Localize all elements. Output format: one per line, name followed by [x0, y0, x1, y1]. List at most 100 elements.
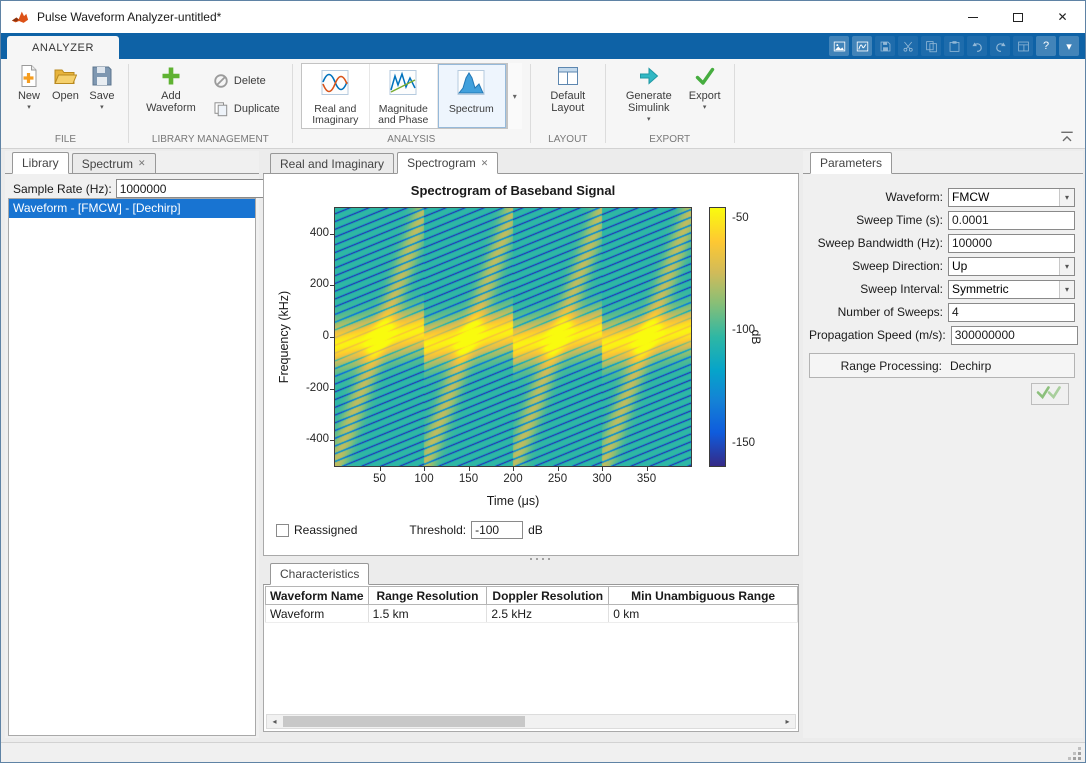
table-row[interactable]: Waveform1.5 km2.5 kHz0 km — [266, 605, 798, 623]
chevron-down-icon: ▾ — [27, 103, 31, 111]
open-button[interactable]: Open — [47, 63, 84, 103]
duplicate-button[interactable]: Duplicate — [213, 101, 280, 117]
copy-icon[interactable] — [921, 36, 941, 56]
horizontal-scrollbar[interactable]: ◂ ▸ — [266, 714, 796, 729]
parameter-label: Sweep Time (s): — [809, 213, 943, 227]
maximize-icon — [1013, 13, 1023, 22]
column-header[interactable]: Doppler Resolution — [487, 587, 609, 605]
close-icon[interactable]: ✕ — [481, 159, 489, 168]
tab-spectrum[interactable]: Spectrum ✕ — [72, 153, 156, 173]
close-icon[interactable]: ✕ — [138, 159, 146, 168]
close-button[interactable]: ✕ — [1040, 1, 1085, 33]
threshold-unit-label: dB — [528, 523, 543, 537]
parameter-select[interactable]: FMCW▾ — [948, 188, 1075, 207]
tab-parameters[interactable]: Parameters — [810, 152, 892, 174]
ribbon-section-analysis: Real and ImaginaryMagnitude and PhaseSpe… — [293, 59, 530, 148]
colorbar-tick-label: -150 — [732, 437, 755, 449]
ribbon-section-label-library: LIBRARY MANAGEMENT — [129, 133, 292, 148]
resize-grip[interactable] — [1078, 757, 1081, 760]
tab-spectrogram[interactable]: Spectrogram ✕ — [397, 152, 498, 174]
help-icon[interactable]: ? — [1036, 36, 1056, 56]
gallery-expand-button[interactable]: ▾ — [507, 63, 522, 129]
gallery-item-real-and-imaginary[interactable]: Real and Imaginary — [302, 64, 370, 128]
chevron-down-icon: ▾ — [1059, 281, 1074, 298]
x-tick-label: 100 — [404, 473, 444, 485]
maximize-button[interactable] — [995, 1, 1040, 33]
chevron-down-icon[interactable]: ▾ — [1059, 36, 1079, 56]
minimize-button[interactable] — [950, 1, 995, 33]
cut-icon[interactable] — [898, 36, 918, 56]
parameter-row: Sweep Time (s): — [809, 210, 1075, 230]
gallery-item-label: Magnitude and Phase — [371, 104, 435, 126]
window-layout-icon[interactable] — [1013, 36, 1033, 56]
parameter-row: Waveform:FMCW▾ — [809, 187, 1075, 207]
parameter-label: Propagation Speed (m/s): — [809, 328, 946, 342]
parameter-input[interactable] — [948, 303, 1075, 322]
redo-icon[interactable] — [990, 36, 1010, 56]
parameter-label: Sweep Direction: — [809, 259, 943, 273]
scroll-left-icon[interactable]: ◂ — [267, 715, 282, 728]
scroll-right-icon[interactable]: ▸ — [780, 715, 795, 728]
sample-rate-input[interactable] — [116, 179, 279, 198]
ribbon-collapse-button[interactable] — [1059, 130, 1075, 144]
parameter-input[interactable] — [951, 326, 1078, 345]
select-value: Up — [949, 259, 1059, 273]
parameter-select[interactable]: Up▾ — [948, 257, 1075, 276]
undo-icon[interactable] — [967, 36, 987, 56]
chevron-down-icon: ▾ — [1059, 258, 1074, 275]
range-processing-label: Range Processing: — [810, 359, 942, 373]
column-header[interactable]: Min Unambiguous Range — [609, 587, 798, 605]
column-header[interactable]: Range Resolution — [368, 587, 487, 605]
table-header-row: Waveform NameRange ResolutionDoppler Res… — [266, 587, 798, 605]
x-tick-label: 200 — [493, 473, 533, 485]
y-tick-mark — [330, 234, 334, 235]
parameter-input[interactable] — [948, 211, 1075, 230]
gallery-item-magnitude-and-phase[interactable]: Magnitude and Phase — [370, 64, 438, 128]
generate-simulink-button[interactable]: Generate Simulink ▾ — [614, 63, 684, 124]
gallery-item-spectrum[interactable]: Spectrum — [438, 64, 506, 128]
tab-label: Characteristics — [280, 567, 359, 581]
parameter-input[interactable] — [948, 234, 1075, 253]
paste-icon[interactable] — [944, 36, 964, 56]
apply-button[interactable] — [1031, 383, 1069, 405]
analysis-gallery: Real and ImaginaryMagnitude and PhaseSpe… — [301, 63, 507, 129]
tab-analyzer[interactable]: ANALYZER — [7, 36, 119, 59]
image-icon[interactable] — [829, 36, 849, 56]
waveform-list[interactable]: Waveform - [FMCW] - [Dechirp] — [8, 198, 256, 736]
export-button[interactable]: Export ▾ — [684, 63, 726, 112]
threshold-input[interactable] — [471, 521, 523, 539]
spectrogram-plot: Spectrogram of Baseband Signal Frequency… — [264, 174, 798, 555]
gallery-item-label: Real and Imaginary — [303, 104, 367, 126]
tab-label: Real and Imaginary — [280, 157, 384, 171]
parameter-select[interactable]: Symmetric▾ — [948, 280, 1075, 299]
y-tick-label: 200 — [293, 278, 329, 290]
tab-real-and-imaginary[interactable]: Real and Imaginary — [270, 153, 394, 173]
add-waveform-button[interactable]: Add Waveform — [137, 63, 205, 115]
chevron-down-icon: ▾ — [1059, 189, 1074, 206]
export-button-label: Export — [689, 90, 721, 102]
save-icon[interactable] — [875, 36, 895, 56]
list-item[interactable]: Waveform - [FMCW] - [Dechirp] — [9, 199, 255, 218]
parameter-row: Propagation Speed (m/s): — [809, 325, 1075, 345]
titlebar: Pulse Waveform Analyzer-untitled* ✕ — [1, 1, 1085, 33]
reassigned-checkbox[interactable] — [276, 524, 289, 537]
y-tick-mark — [330, 440, 334, 441]
new-button[interactable]: New ▾ — [11, 63, 47, 112]
save-button[interactable]: Save ▾ — [84, 63, 120, 112]
delete-button[interactable]: Delete — [213, 73, 280, 89]
ribbon-section-export: Generate Simulink ▾ Export ▾ EXPORT — [606, 59, 734, 148]
parameter-row: Sweep Direction: Up▾ — [809, 256, 1075, 276]
scrollbar-thumb[interactable] — [283, 716, 525, 727]
spectrogram-view: Spectrogram of Baseband Signal Frequency… — [263, 174, 799, 556]
tab-library[interactable]: Library — [12, 152, 69, 174]
parameter-row: Number of Sweeps: — [809, 302, 1075, 322]
chart-icon[interactable] — [852, 36, 872, 56]
tab-characteristics[interactable]: Characteristics — [270, 563, 369, 585]
delete-icon — [213, 73, 229, 89]
plot-tab-bar: Real and Imaginary Spectrogram ✕ — [263, 151, 799, 174]
column-header[interactable]: Waveform Name — [266, 587, 369, 605]
x-tick-label: 300 — [582, 473, 622, 485]
status-bar — [1, 742, 1085, 763]
default-layout-button[interactable]: Default Layout — [539, 63, 597, 115]
x-tick-mark — [558, 467, 559, 471]
